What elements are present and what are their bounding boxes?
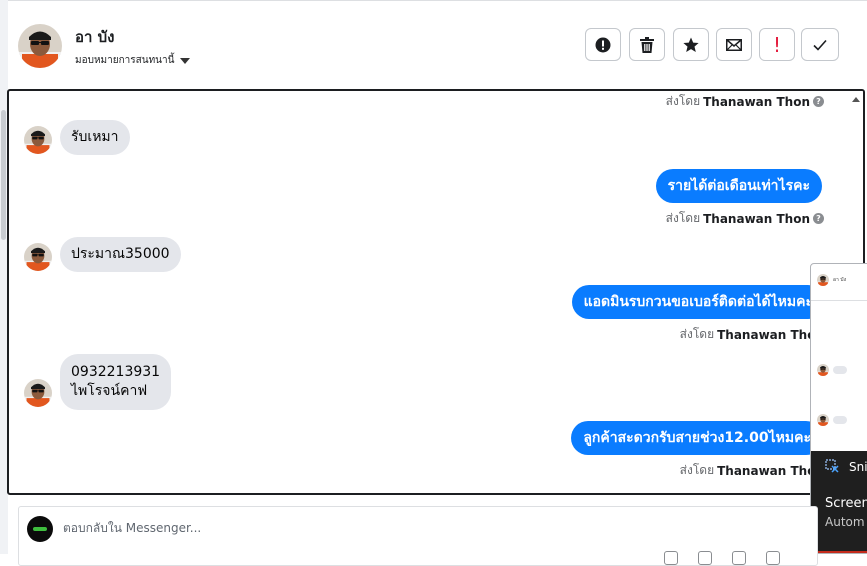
snipping-tool-notification[interactable]: Sni Screen Autom	[811, 451, 867, 553]
reply-composer	[18, 506, 818, 566]
emoji-icon[interactable]	[698, 551, 712, 565]
email-button[interactable]	[716, 28, 752, 61]
incoming-message: ประมาณ35000	[60, 237, 181, 272]
outgoing-message: ลูกค้าสะดวกรับสายช่วง12.00ไหมคะ	[571, 421, 823, 455]
composer-toolbar	[664, 551, 780, 565]
message-line: 0932213931	[71, 364, 161, 380]
sent-by-label: ส่งโดย Thanawan Thon ?	[666, 209, 824, 228]
sent-by-prefix: ส่งโดย	[679, 327, 715, 341]
contact-avatar[interactable]	[18, 24, 62, 68]
star-icon	[683, 37, 699, 52]
popup-message-chip	[833, 366, 847, 374]
popup-avatar	[817, 364, 829, 376]
snip-app-name: Sni	[849, 460, 867, 474]
star-button[interactable]	[673, 28, 709, 61]
sent-by-prefix: ส่งโดย	[679, 463, 715, 477]
assign-conversation-label: มอบหมายการสนทนานี้	[75, 55, 175, 66]
page-avatar	[27, 516, 53, 542]
mark-done-button[interactable]	[801, 28, 839, 61]
check-icon	[813, 39, 827, 51]
top-divider	[8, 0, 867, 1]
contact-avatar-small	[24, 243, 52, 271]
delete-button[interactable]	[629, 28, 665, 61]
caret-down-icon	[180, 57, 191, 64]
conversation-panel: ส่งโดย Thanawan Thon ? รับเหมา รายได้ต่อ…	[7, 89, 865, 495]
left-scroll-thumb[interactable]	[1, 110, 6, 240]
contact-avatar-small	[24, 126, 52, 154]
exclamation-icon: !	[772, 32, 782, 57]
mark-spam-button[interactable]: !	[759, 28, 795, 61]
popup-contact-name: อา บัง	[833, 277, 847, 283]
popup-message-row	[817, 364, 847, 376]
popup-avatar	[817, 414, 829, 426]
assign-conversation-dropdown[interactable]: มอบหมายการสนทนานี้	[75, 53, 191, 68]
sent-by-label: ส่งโดย Thanawan Thon ?	[666, 92, 824, 111]
help-icon[interactable]: ?	[813, 96, 824, 107]
popup-message-row	[817, 414, 847, 426]
reply-input[interactable]	[63, 521, 763, 535]
snipping-tool-icon	[825, 459, 839, 473]
help-icon[interactable]: ?	[813, 213, 824, 224]
popup-avatar	[817, 274, 829, 286]
sent-by-label: ส่งโดย Thanawan Thon	[680, 325, 824, 344]
agent-name: Thanawan Thon	[717, 463, 824, 478]
sent-by-prefix: ส่งโดย	[665, 94, 701, 108]
agent-name: Thanawan Thon	[703, 94, 810, 109]
scroll-up-icon[interactable]	[852, 97, 860, 102]
gif-icon[interactable]	[766, 551, 780, 565]
popup-divider	[811, 300, 867, 301]
sent-by-prefix: ส่งโดย	[665, 211, 701, 225]
image-icon[interactable]	[732, 551, 746, 565]
overlay-popup[interactable]: อา บัง Sni Screen Autom	[810, 263, 867, 554]
outgoing-message: รายได้ต่อเดือนเท่าไรคะ	[655, 169, 822, 203]
popup-message-chip	[833, 416, 847, 424]
alert-circle-icon	[595, 37, 611, 52]
snip-title: Screen	[825, 496, 867, 511]
agent-name: Thanawan Thon	[717, 327, 824, 342]
contact-avatar-small	[24, 379, 52, 407]
message-line: ไพโรจน์คาฟ	[71, 383, 148, 399]
popup-header: อา บัง	[817, 274, 846, 286]
envelope-icon	[726, 38, 742, 51]
alert-button[interactable]	[585, 28, 621, 61]
incoming-message: รับเหมา	[60, 120, 130, 155]
agent-name: Thanawan Thon	[703, 211, 810, 226]
trash-icon	[640, 36, 654, 53]
attachment-icon[interactable]	[664, 551, 678, 565]
outgoing-message: แอดมินรบกวนขอเบอร์ติดต่อได้ไหมคะ	[571, 285, 825, 319]
sent-by-label: ส่งโดย Thanawan Thon	[680, 461, 824, 480]
contact-name: อา บัง	[75, 28, 115, 46]
snip-subtitle: Autom	[825, 515, 865, 529]
incoming-message: 0932213931 ไพโรจน์คาฟ	[60, 354, 172, 410]
